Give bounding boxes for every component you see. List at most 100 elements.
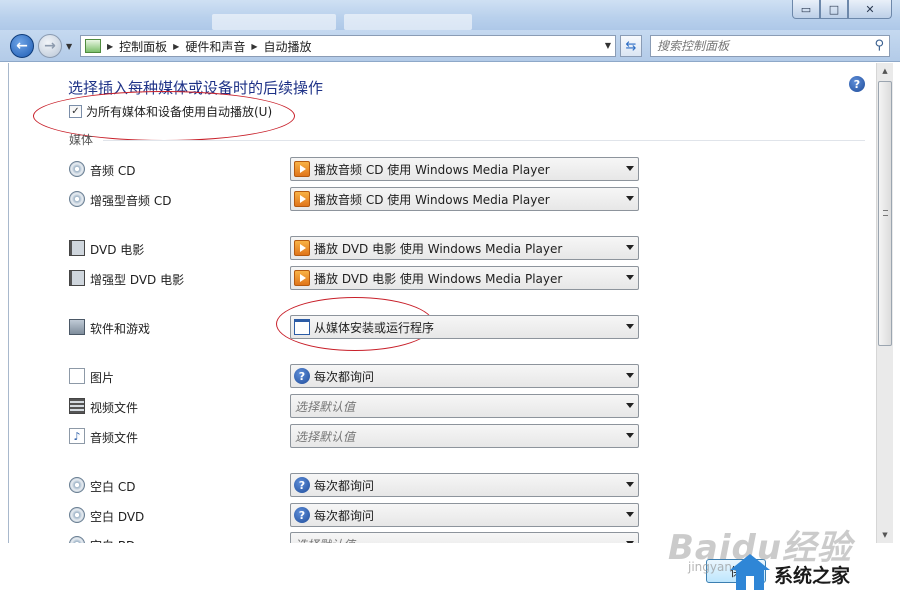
caption-buttons: ▭ □ ✕ [792, 0, 892, 20]
audio-files-icon: ♪ [69, 428, 85, 444]
autoplay-action-dropdown[interactable]: ? 每次都询问 [290, 473, 639, 497]
chevron-down-icon [626, 196, 634, 201]
breadcrumb-autoplay[interactable]: 自动播放 [264, 38, 312, 55]
blank-cd-icon [69, 477, 85, 493]
enhanced-audio-cd-icon [69, 191, 85, 207]
minimize-icon: ▭ [800, 2, 812, 16]
dropdown-selected-value: 播放音频 CD 使用 Windows Media Player [314, 162, 550, 177]
media-row-label: 增强型 DVD 电影 [90, 273, 185, 287]
autoplay-checkbox-label[interactable]: 为所有媒体和设备使用自动播放(U) [86, 103, 272, 120]
media-row-label: 空白 CD [90, 480, 136, 494]
autoplay-toggle[interactable]: ✓ 为所有媒体和设备使用自动播放(U) [69, 103, 272, 120]
media-row: 图片? 每次都询问 [69, 364, 649, 388]
scroll-down-button[interactable]: ▼ [877, 527, 893, 543]
refresh-button[interactable]: ⇆ [620, 35, 642, 57]
audio-cd-icon [69, 161, 85, 177]
background-window-ghost [344, 14, 472, 30]
address-dropdown[interactable]: ▼ [605, 41, 611, 50]
autoplay-action-dropdown[interactable]: 选择默认值 [290, 424, 639, 448]
chevron-down-icon: ▼ [604, 41, 611, 50]
vertical-scrollbar[interactable]: ▲ ▼ [876, 63, 893, 543]
media-row: DVD 电影 播放 DVD 电影 使用 Windows Media Player [69, 236, 649, 260]
navigation-bar: ← → ▼ ▶ 控制面板 ▶ 硬件和声音 ▶ 自动播放 ▼ ⇆ ⚲ [0, 30, 900, 62]
address-bar[interactable]: ▶ 控制面板 ▶ 硬件和声音 ▶ 自动播放 ▼ [80, 35, 616, 57]
chevron-down-icon [626, 482, 634, 487]
media-row-label: 音频文件 [90, 431, 139, 445]
video-files-icon [69, 398, 85, 414]
windows-media-player-icon [294, 240, 310, 256]
chevron-down-icon [626, 512, 634, 517]
autoplay-action-dropdown[interactable]: 从媒体安装或运行程序 [290, 315, 639, 339]
section-label-media: 媒体 [69, 133, 94, 147]
chevron-down-icon [626, 433, 634, 438]
scroll-up-button[interactable]: ▲ [877, 63, 893, 79]
software-games-icon [69, 319, 85, 335]
background-window-ghost [212, 14, 336, 30]
chevron-down-icon [626, 373, 634, 378]
autoplay-action-dropdown[interactable]: 播放音频 CD 使用 Windows Media Player [290, 157, 639, 181]
grip-icon [883, 210, 888, 216]
media-row: 增强型音频 CD 播放音频 CD 使用 Windows Media Player [69, 187, 649, 211]
autoplay-checkbox[interactable]: ✓ [69, 105, 82, 118]
dropdown-selected-value: 每次都询问 [314, 369, 375, 384]
media-row: 视频文件 选择默认值 [69, 394, 649, 418]
back-button[interactable]: ← [10, 34, 34, 58]
media-row-label: 空白 DVD [90, 510, 145, 524]
minimize-button[interactable]: ▭ [792, 0, 820, 19]
site-watermark-text: 系统之家 [774, 564, 851, 587]
pictures-icon [69, 368, 85, 384]
breadcrumb-separator[interactable]: ▶ [251, 42, 257, 51]
enhanced-dvd-movie-icon [69, 270, 85, 286]
media-row: 音频 CD 播放音频 CD 使用 Windows Media Player [69, 157, 649, 181]
arrow-right-icon: → [44, 38, 56, 54]
maximize-icon: □ [828, 2, 840, 16]
dropdown-selected-value: 播放音频 CD 使用 Windows Media Player [314, 192, 550, 207]
search-icon[interactable]: ⚲ [874, 38, 884, 53]
media-row: 空白 DVD ? 每次都询问 [69, 503, 649, 527]
autoplay-action-dropdown[interactable]: 选择默认值 [290, 394, 639, 418]
dropdown-selected-value: 播放 DVD 电影 使用 Windows Media Player [314, 271, 563, 286]
chevron-up-icon: ▲ [882, 67, 888, 75]
media-row: 空白 CD ? 每次都询问 [69, 473, 649, 497]
recent-pages-dropdown[interactable]: ▼ [66, 42, 72, 51]
chevron-down-icon: ▼ [882, 531, 888, 539]
autoplay-action-dropdown[interactable]: ? 每次都询问 [290, 364, 639, 388]
media-row-label: 图片 [90, 371, 115, 385]
refresh-icon: ⇆ [625, 38, 637, 54]
question-icon: ? [294, 368, 310, 384]
program-window-icon [294, 319, 310, 335]
checkmark-icon: ✓ [71, 106, 80, 117]
autoplay-action-dropdown[interactable]: ? 每次都询问 [290, 503, 639, 527]
scroll-thumb[interactable] [878, 81, 892, 346]
close-button[interactable]: ✕ [848, 0, 892, 19]
help-icon[interactable]: ? [849, 76, 865, 92]
breadcrumb-separator[interactable]: ▶ [107, 42, 113, 51]
chevron-down-icon: ▼ [66, 42, 73, 51]
dropdown-selected-value: 每次都询问 [314, 478, 375, 493]
dvd-movie-icon [69, 240, 85, 256]
search-input[interactable] [651, 36, 861, 56]
section-divider [103, 140, 865, 141]
autoplay-action-dropdown[interactable]: 播放 DVD 电影 使用 Windows Media Player [290, 266, 639, 290]
dropdown-selected-value: 选择默认值 [295, 429, 356, 444]
chevron-down-icon [626, 324, 634, 329]
chevron-down-icon [626, 403, 634, 408]
breadcrumb-control-panel[interactable]: 控制面板 [119, 38, 167, 55]
windows-media-player-icon [294, 191, 310, 207]
windows-media-player-icon [294, 161, 310, 177]
baidu-watermark-subtext: jingyan [688, 560, 732, 574]
maximize-button[interactable]: □ [820, 0, 848, 19]
search-box[interactable]: ⚲ [650, 35, 890, 57]
chevron-down-icon [626, 275, 634, 280]
dropdown-selected-value: 从媒体安装或运行程序 [314, 320, 435, 335]
autoplay-action-dropdown[interactable]: 播放音频 CD 使用 Windows Media Player [290, 187, 639, 211]
forward-button[interactable]: → [38, 34, 62, 58]
media-row-label: DVD 电影 [90, 243, 145, 257]
breadcrumb-hardware-sound[interactable]: 硬件和声音 [185, 38, 245, 55]
breadcrumb-separator[interactable]: ▶ [173, 42, 179, 51]
close-icon: ✕ [865, 2, 875, 16]
autoplay-action-dropdown[interactable]: 播放 DVD 电影 使用 Windows Media Player [290, 236, 639, 260]
dropdown-selected-value: 选择默认值 [295, 399, 356, 414]
chevron-down-icon [626, 245, 634, 250]
media-row: 软件和游戏 从媒体安装或运行程序 [69, 315, 649, 339]
